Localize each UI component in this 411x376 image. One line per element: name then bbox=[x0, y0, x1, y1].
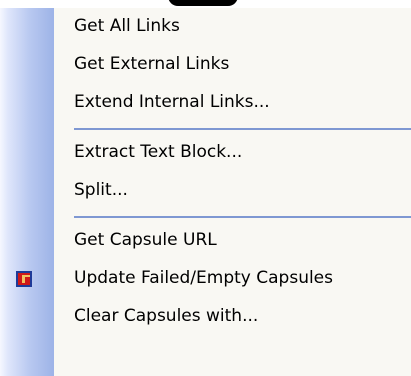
menu-item-clear-capsules-with[interactable]: Clear Capsules with... bbox=[0, 298, 411, 336]
menu-item-label: Split... bbox=[74, 180, 128, 200]
top-strip bbox=[0, 0, 411, 8]
menu-item-get-all-links[interactable]: Get All Links bbox=[0, 8, 411, 46]
menu-separator bbox=[74, 128, 411, 130]
context-menu-screenshot: Get All Links Get External Links Extend … bbox=[0, 0, 411, 376]
menu-item-label: Update Failed/Empty Capsules bbox=[74, 268, 334, 288]
menu-item-get-capsule-url[interactable]: Get Capsule URL bbox=[0, 222, 411, 260]
menu-item-label: Clear Capsules with... bbox=[74, 306, 259, 326]
menu-separator bbox=[74, 216, 411, 218]
menu-item-extract-text-block[interactable]: Extract Text Block... bbox=[0, 134, 411, 172]
cropped-top-fragment bbox=[168, 0, 238, 6]
menu-item-label: Get All Links bbox=[74, 16, 180, 36]
menu-item-extend-internal-links[interactable]: Extend Internal Links... bbox=[0, 84, 411, 122]
menu-item-get-external-links[interactable]: Get External Links bbox=[0, 46, 411, 84]
menu-item-update-failed-empty-capsules[interactable]: Update Failed/Empty Capsules bbox=[0, 260, 411, 298]
capsule-icon bbox=[16, 271, 32, 287]
context-menu: Get All Links Get External Links Extend … bbox=[0, 8, 411, 376]
menu-item-label: Extract Text Block... bbox=[74, 142, 243, 162]
menu-item-label: Get Capsule URL bbox=[74, 230, 217, 250]
menu-item-label: Extend Internal Links... bbox=[74, 92, 270, 112]
menu-item-label: Get External Links bbox=[74, 54, 230, 74]
menu-item-split[interactable]: Split... bbox=[0, 172, 411, 210]
